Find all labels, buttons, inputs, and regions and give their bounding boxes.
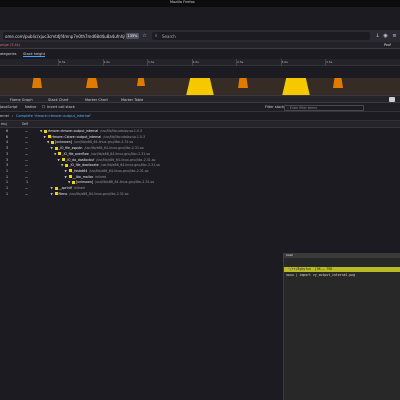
calltree-toolbar: JavaScript Native ☐ Invert call stack Fi… <box>0 103 400 112</box>
category-swatch <box>68 175 72 179</box>
search-icon: ⌕ <box>155 34 158 39</box>
category-swatch <box>51 140 54 144</box>
account-icon[interactable]: ◉ <box>382 33 389 40</box>
breadcrumb: ernel › Complete 'rtmore::rtmore::output… <box>0 112 400 121</box>
running-time-cell: 1 <box>5 191 8 196</box>
filter-placeholder: Enter filter terms <box>289 106 318 110</box>
checkbox-icon[interactable]: ☐ <box>42 105 45 109</box>
profiler-topbar: ange (3.4s) Prof <box>0 42 400 49</box>
ruler-tick-label: 2.5s <box>237 60 244 64</box>
category-swatch <box>61 158 65 161</box>
ruler-tick-label: 3.0s <box>281 60 288 64</box>
sidebar-toggle-icon[interactable] <box>389 97 395 102</box>
category-swatch <box>44 129 47 133</box>
tab-categories[interactable]: ategories <box>0 52 16 56</box>
activity-graph[interactable] <box>0 66 400 96</box>
breadcrumb-separator: › <box>12 114 14 118</box>
terminal-command[interactable]: uwuu | import vy_output_internal.png <box>286 273 355 277</box>
profile-info-button[interactable]: Prof <box>384 43 391 47</box>
category-swatch <box>47 135 51 139</box>
tab-stack-height[interactable]: Stack height <box>23 52 45 57</box>
terminal-window[interactable]: bash ~/rr/8ybyfun [98 → ?98 - uwuu | imp… <box>283 253 400 400</box>
activity-graph-segment <box>282 78 310 96</box>
filter-input[interactable]: ⌕ Enter filter terms <box>284 104 364 111</box>
category-swatch <box>54 186 58 190</box>
breadcrumb-item-current[interactable]: Complete 'rtmore::rtmore::output_interna… <box>16 114 91 118</box>
terminal-title: bash <box>286 253 294 257</box>
track-tabs: ategories Stack height <box>0 50 400 59</box>
ruler-tick-label: 1.5s <box>148 60 155 64</box>
ruler-tick-label: 0.5s <box>59 60 66 64</box>
zoom-badge[interactable]: 135% <box>126 33 139 39</box>
self-header: Self <box>22 122 28 126</box>
activity-graph-segment <box>333 78 343 88</box>
running-time-header: ms) <box>1 122 8 126</box>
breadcrumb-item-root[interactable]: ernel <box>0 114 9 118</box>
range-label[interactable]: ange (3.4s) <box>0 43 20 47</box>
invert-call-stack-label[interactable]: Invert call stack <box>47 105 75 109</box>
terminal-titlebar: bash <box>284 253 400 258</box>
table-row[interactable]: 1 — ▼ fileno/usr/lib/x86_64-linux-gnu/libc-… <box>0 191 400 197</box>
category-swatch <box>65 163 68 167</box>
expand-toggle-icon[interactable]: ▼ <box>51 191 53 197</box>
activity-graph-segment <box>32 78 42 88</box>
self-time-cell: — <box>24 191 28 196</box>
category-swatch <box>54 192 58 196</box>
address-field[interactable]: ome.com/public/xjuc3cmtdjf4mnp7e0th7md68… <box>3 32 125 40</box>
star-icon[interactable]: ☆ <box>141 33 148 40</box>
js-native-toggle[interactable]: JavaScript <box>0 105 18 109</box>
native-toggle[interactable]: Native <box>25 105 36 109</box>
terminal-status-text: ~/rr/8ybyfun [98 → ?98 - <box>286 267 340 271</box>
activity-graph-segment <box>238 78 248 88</box>
calltree-header: ms) Self <box>0 121 400 128</box>
window-titlebar: Mozilla Firefox <box>0 0 400 7</box>
window-title: Mozilla Firefox <box>170 0 195 4</box>
activity-graph-segment <box>137 78 145 86</box>
search-placeholder: Search <box>162 33 176 39</box>
search-field[interactable]: ⌕ Search <box>152 32 370 40</box>
category-swatch <box>58 152 61 156</box>
category-swatch <box>72 180 75 184</box>
ruler-tick-label: 2.0s <box>192 60 199 64</box>
tab-marker-chart[interactable]: Marker Chart <box>85 98 108 102</box>
tab-flame-graph[interactable]: Flame Graph <box>10 98 33 102</box>
tab-marker-table[interactable]: Marker Table <box>121 98 143 102</box>
menu-icon[interactable]: ≡ <box>391 33 398 40</box>
category-swatch <box>68 169 72 173</box>
function-name: fileno/usr/lib/x86_64-linux-gnu/libc-2.3… <box>58 191 129 196</box>
timeline-ruler: 0.5s 1.0s 1.5s 2.0s 2.5s 3.0s 3.5s <box>0 59 400 66</box>
panel-tabbar: Flame Graph Stack Chart Marker Chart Mar… <box>0 95 400 103</box>
ruler-tick-label: 1.0s <box>103 60 110 64</box>
category-swatch <box>54 146 58 150</box>
calltree: 6— ▼ rtmore::rtmore::output_internal/usr/l… <box>0 128 400 200</box>
url-bar: ome.com/public/xjuc3cmtdjf4mnp7e0th7md68… <box>0 30 400 42</box>
activity-graph-segment <box>86 78 98 88</box>
downloads-icon[interactable]: ↓ <box>374 33 381 40</box>
ruler-tick-label: 3.5s <box>326 60 333 64</box>
activity-graph-segment <box>186 78 214 96</box>
tab-stack-chart[interactable]: Stack Chart <box>48 98 68 102</box>
terminal-statusline: ~/rr/8ybyfun [98 → ?98 - <box>284 267 400 272</box>
